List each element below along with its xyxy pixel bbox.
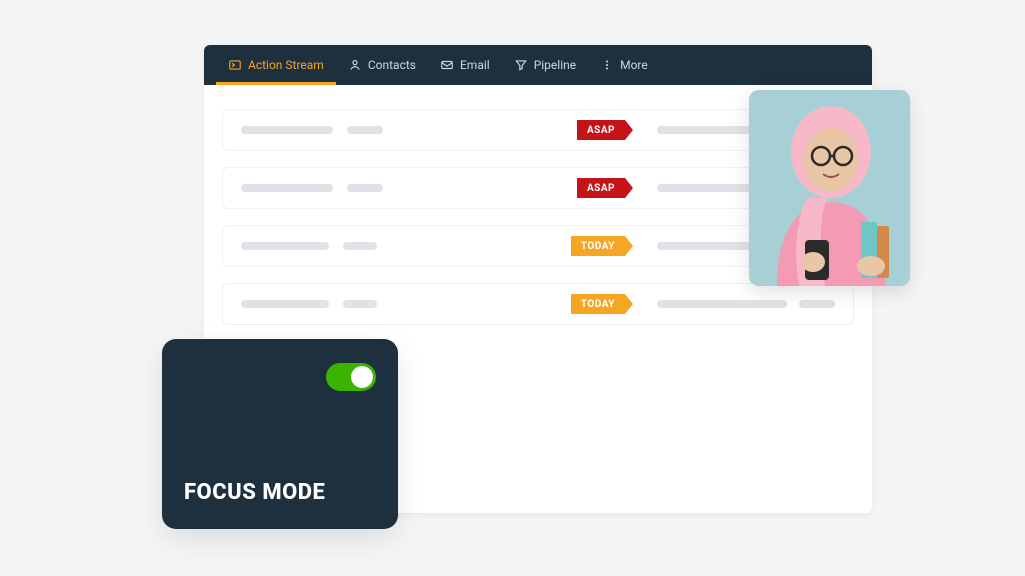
- placeholder-bar: [343, 242, 377, 250]
- nav-label: More: [620, 58, 648, 72]
- funnel-icon: [514, 58, 528, 72]
- flag-label: TODAY: [581, 241, 615, 252]
- flag-label: ASAP: [587, 125, 615, 136]
- mail-icon: [440, 58, 454, 72]
- row-right: [657, 300, 835, 308]
- placeholder-bar: [343, 300, 377, 308]
- nav-label: Action Stream: [248, 58, 324, 72]
- priority-flag: ASAP: [577, 178, 625, 198]
- nav-pipeline[interactable]: Pipeline: [502, 45, 588, 85]
- focus-mode-card: FOCUS MODE: [162, 339, 398, 529]
- focus-mode-toggle[interactable]: [326, 363, 376, 391]
- person-icon: [348, 58, 362, 72]
- flag-label: ASAP: [587, 183, 615, 194]
- placeholder-bar: [799, 300, 835, 308]
- priority-flag: ASAP: [577, 120, 625, 140]
- placeholder-bar: [347, 126, 383, 134]
- stream-icon: [228, 58, 242, 72]
- placeholder-bar: [241, 126, 333, 134]
- placeholder-bar: [241, 242, 329, 250]
- placeholder-bar: [347, 184, 383, 192]
- placeholder-bar: [241, 184, 333, 192]
- avatar-illustration: [749, 90, 910, 286]
- top-navbar: Action Stream Contacts Email: [204, 45, 872, 85]
- more-icon: [600, 58, 614, 72]
- nav-contacts[interactable]: Contacts: [336, 45, 428, 85]
- nav-label: Contacts: [368, 58, 416, 72]
- focus-mode-label: FOCUS MODE: [184, 480, 376, 505]
- nav-label: Email: [460, 58, 490, 72]
- flag-label: TODAY: [581, 299, 615, 310]
- placeholder-bar: [657, 300, 787, 308]
- nav-action-stream[interactable]: Action Stream: [216, 45, 336, 85]
- nav-label: Pipeline: [534, 58, 576, 72]
- avatar-card: [749, 90, 910, 286]
- nav-email[interactable]: Email: [428, 45, 502, 85]
- priority-flag: TODAY: [571, 294, 625, 314]
- priority-flag: TODAY: [571, 236, 625, 256]
- placeholder-bar: [241, 300, 329, 308]
- nav-more[interactable]: More: [588, 45, 660, 85]
- toggle-knob: [351, 366, 373, 388]
- stream-row[interactable]: TODAY: [222, 283, 854, 325]
